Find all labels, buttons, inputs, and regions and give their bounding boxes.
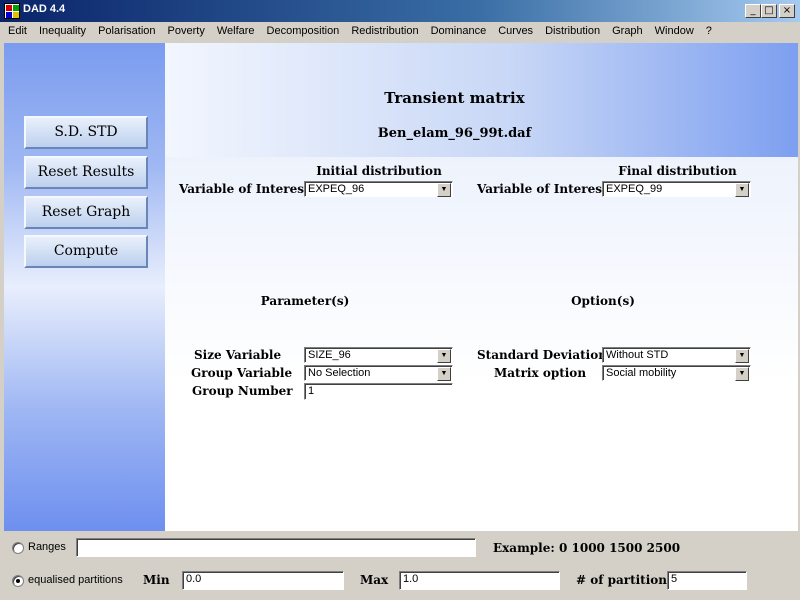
ranges-label: Ranges xyxy=(28,541,66,553)
chevron-down-icon[interactable]: ▼ xyxy=(735,183,749,197)
window-title: DAD 4.4 xyxy=(23,3,66,15)
options-heading: Option(s) xyxy=(571,294,635,308)
menu-welfare[interactable]: Welfare xyxy=(211,24,261,39)
chevron-down-icon[interactable]: ▼ xyxy=(437,183,451,197)
menu-dominance[interactable]: Dominance xyxy=(425,24,493,39)
menu-decomposition[interactable]: Decomposition xyxy=(261,24,346,39)
standard-deviation-label: Standard Deviation xyxy=(477,348,607,362)
menu-graph[interactable]: Graph xyxy=(606,24,649,39)
initial-variable-label: Variable of Interest xyxy=(179,182,310,196)
partitions-count-label: # of partitions xyxy=(576,573,674,587)
group-variable-select[interactable]: No Selection ▼ xyxy=(304,365,453,381)
max-label: Max xyxy=(360,573,389,587)
parameters-heading: Parameter(s) xyxy=(260,294,350,308)
matrix-option-select[interactable]: Social mobility ▼ xyxy=(602,365,751,381)
size-variable-label: Size Variable xyxy=(194,348,282,362)
menu-redistribution[interactable]: Redistribution xyxy=(345,24,424,39)
minimize-icon[interactable]: _ xyxy=(745,4,761,18)
sd-std-button[interactable]: S.D. STD xyxy=(24,116,148,149)
file-name: Ben_elam_96_99t.daf xyxy=(377,126,532,141)
initial-variable-select[interactable]: EXPEQ_96 ▼ xyxy=(304,181,453,197)
close-icon[interactable]: × xyxy=(779,4,795,18)
chevron-down-icon[interactable]: ▼ xyxy=(437,349,451,363)
compute-button[interactable]: Compute xyxy=(24,235,148,268)
final-variable-label: Variable of Interest xyxy=(477,182,608,196)
menu-polarisation[interactable]: Polarisation xyxy=(92,24,161,39)
chevron-down-icon[interactable]: ▼ xyxy=(437,367,451,381)
menu-poverty[interactable]: Poverty xyxy=(162,24,211,39)
reset-graph-button[interactable]: Reset Graph xyxy=(24,196,148,229)
title-bar: DAD 4.4 _ □ × xyxy=(0,0,800,22)
app-icon xyxy=(4,3,20,19)
chevron-down-icon[interactable]: ▼ xyxy=(735,349,749,363)
reset-results-button[interactable]: Reset Results xyxy=(24,156,148,189)
size-variable-select[interactable]: SIZE_96 ▼ xyxy=(304,347,453,363)
initial-distribution-heading: Initial distribution xyxy=(316,164,442,178)
standard-deviation-select[interactable]: Without STD ▼ xyxy=(602,347,751,363)
ranges-radio[interactable] xyxy=(12,542,24,554)
group-variable-label: Group Variable xyxy=(191,366,293,380)
group-number-input[interactable]: 1 xyxy=(304,383,453,400)
equalised-partitions-radio[interactable] xyxy=(12,575,24,587)
final-variable-select[interactable]: EXPEQ_99 ▼ xyxy=(602,181,751,197)
final-distribution-heading: Final distribution xyxy=(618,164,737,178)
equalised-partitions-label: equalised partitions xyxy=(28,574,123,586)
menu-inequality[interactable]: Inequality xyxy=(33,24,92,39)
max-input[interactable]: 1.0 xyxy=(399,571,560,590)
ranges-input[interactable] xyxy=(76,538,476,557)
min-label: Min xyxy=(143,573,170,587)
group-number-label: Group Number xyxy=(192,384,293,398)
page-title: Transient matrix xyxy=(384,89,525,107)
matrix-option-label: Matrix option xyxy=(494,366,587,380)
menu-distribution[interactable]: Distribution xyxy=(539,24,606,39)
maximize-icon[interactable]: □ xyxy=(761,4,777,18)
menu-window[interactable]: Window xyxy=(649,24,700,39)
menu-bar: Edit Inequality Polarisation Poverty Wel… xyxy=(0,22,800,41)
menu-help[interactable]: ? xyxy=(700,24,718,39)
chevron-down-icon[interactable]: ▼ xyxy=(735,367,749,381)
menu-edit[interactable]: Edit xyxy=(2,24,33,39)
menu-curves[interactable]: Curves xyxy=(492,24,539,39)
min-input[interactable]: 0.0 xyxy=(182,571,344,590)
ranges-example: Example: 0 1000 1500 2500 xyxy=(493,541,681,555)
partitions-count-input[interactable]: 5 xyxy=(667,571,747,590)
